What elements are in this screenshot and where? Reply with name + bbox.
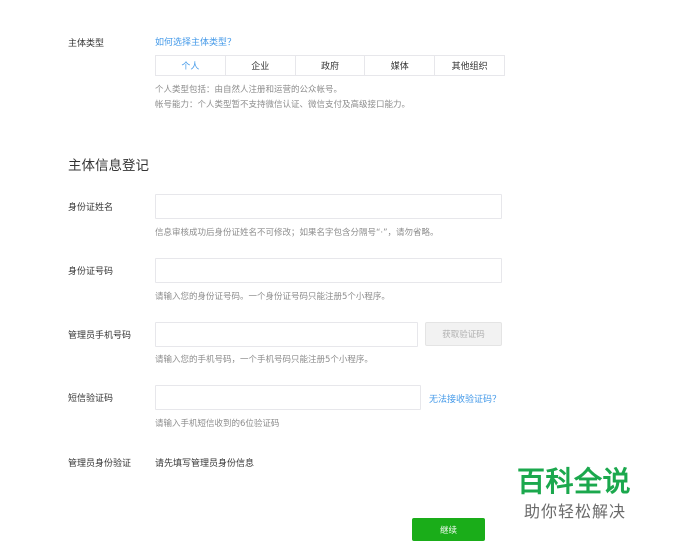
continue-button[interactable]: 继续	[412, 518, 485, 541]
watermark-title: 百科全说	[517, 465, 632, 498]
entity-option-other[interactable]: 其他组织	[435, 56, 504, 75]
entity-type-desc-1: 个人类型包括：由自然人注册和运营的公众帐号。	[155, 85, 343, 95]
id-name-input[interactable]	[155, 194, 502, 219]
id-number-hint: 请输入您的身份证号码。一个身份证号码只能注册5个小程序。	[155, 292, 390, 302]
section-title: 主体信息登记	[68, 158, 149, 174]
entity-option-media[interactable]: 媒体	[365, 56, 436, 75]
watermark-subtitle: 助你轻松解决	[524, 502, 627, 521]
entity-type-label: 主体类型	[68, 39, 105, 49]
sms-code-help-link[interactable]: 无法接收验证码？	[429, 392, 501, 405]
sms-code-label: 短信验证码	[68, 394, 114, 404]
sms-code-input[interactable]	[155, 385, 421, 410]
entity-option-personal[interactable]: 个人	[156, 56, 226, 75]
id-number-label: 身份证号码	[68, 267, 114, 277]
id-number-input[interactable]	[155, 258, 502, 283]
entity-option-enterprise[interactable]: 企业	[226, 56, 296, 75]
sms-code-hint: 请输入手机短信收到的6位验证码	[155, 419, 280, 429]
phone-hint: 请输入您的手机号码，一个手机号码只能注册5个小程序。	[155, 355, 373, 365]
admin-verify-label: 管理员身份验证	[68, 459, 132, 469]
admin-verify-text: 请先填写管理员身份信息	[155, 459, 255, 469]
entity-type-selector: 个人 企业 政府 媒体 其他组织	[155, 55, 505, 76]
phone-label: 管理员手机号码	[68, 331, 132, 341]
id-name-label: 身份证姓名	[68, 203, 114, 213]
phone-input[interactable]	[155, 322, 418, 347]
get-code-button[interactable]: 获取验证码	[425, 322, 502, 346]
entity-option-government[interactable]: 政府	[296, 56, 366, 75]
entity-type-desc-2: 帐号能力：个人类型暂不支持微信认证、微信支付及高级接口能力。	[155, 100, 411, 110]
entity-type-help-link[interactable]: 如何选择主体类型？	[155, 35, 236, 48]
id-name-hint: 信息审核成功后身份证姓名不可修改；如果名字包含分隔号“·”，请勿省略。	[155, 228, 439, 238]
